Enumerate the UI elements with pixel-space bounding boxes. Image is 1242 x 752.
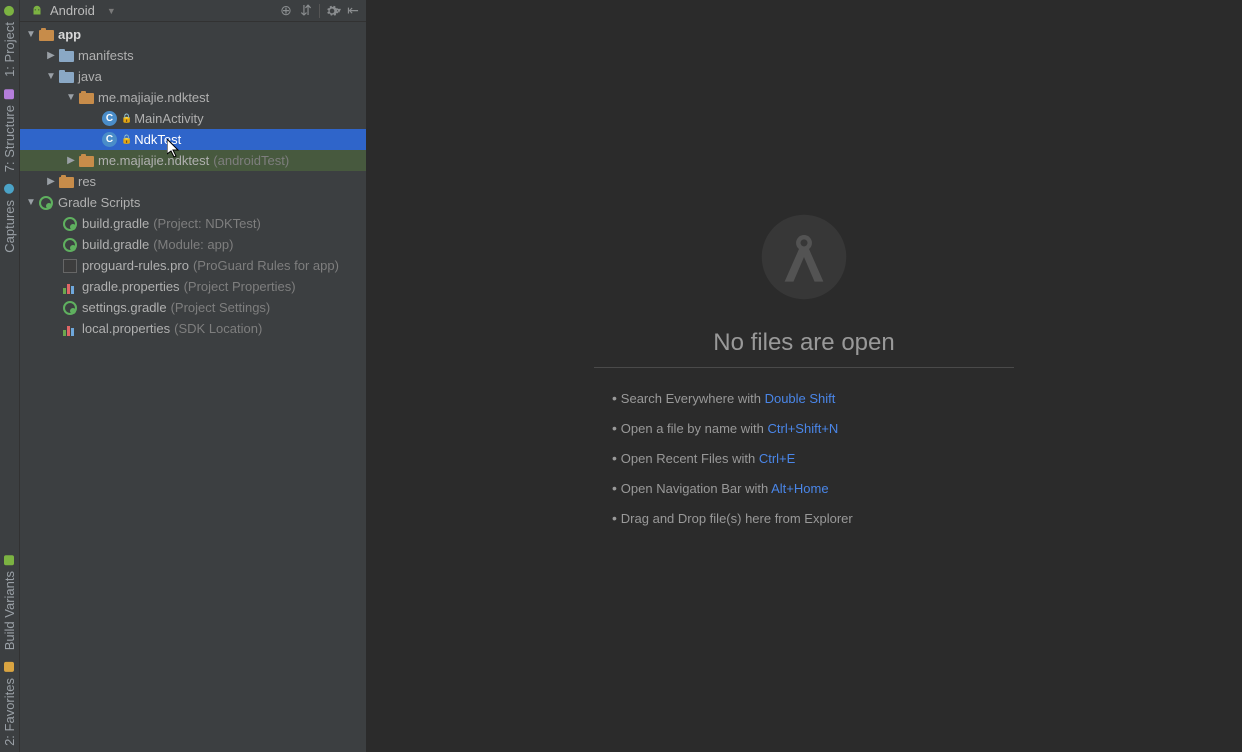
module-icon [38, 27, 54, 43]
project-tree[interactable]: ▼ app ▶ manifests ▼ java ▼ [20, 22, 366, 752]
tip-item: • Search Everywhere with Double Shift [612, 390, 853, 406]
expand-toggle[interactable]: ▼ [24, 29, 38, 40]
project-panel-header: Android ▼ ⊕ ⇵ ▾ ⇤ [20, 0, 366, 22]
expand-toggle[interactable]: ▶ [44, 50, 58, 61]
project-view-label: Android [50, 3, 95, 18]
tree-label: proguard-rules.pro [82, 258, 189, 273]
tree-label: settings.gradle [82, 300, 167, 315]
tips-list: • Search Everywhere with Double Shift • … [594, 390, 853, 540]
tree-label: gradle.properties [82, 279, 180, 294]
expand-toggle[interactable]: ▶ [64, 155, 78, 166]
project-panel: Android ▼ ⊕ ⇵ ▾ ⇤ ▼ app ▶ [20, 0, 366, 752]
stripe-captures[interactable]: Captures [0, 178, 19, 259]
scroll-from-source-button[interactable]: ⊕ [277, 2, 295, 20]
properties-icon [62, 321, 78, 337]
tree-node-main-activity[interactable]: C 🔒 MainActivity [20, 108, 366, 129]
tree-node-local-properties[interactable]: local.properties (SDK Location) [20, 318, 366, 339]
tree-node-build-gradle-project[interactable]: build.gradle (Project: NDKTest) [20, 213, 366, 234]
tree-label: java [78, 69, 102, 84]
gear-icon[interactable]: ▾ [324, 2, 342, 20]
stripe-build-variants[interactable]: Build Variants [0, 549, 19, 656]
tree-suffix: (Project Settings) [171, 300, 271, 315]
tree-label: NdkTest [134, 132, 181, 147]
tip-item: • Open Recent Files with Ctrl+E [612, 450, 853, 466]
tree-node-manifests[interactable]: ▶ manifests [20, 45, 366, 66]
hide-panel-button[interactable]: ⇤ [344, 2, 362, 20]
tip-item: • Open Navigation Bar with Alt+Home [612, 480, 853, 496]
tree-suffix: (Module: app) [153, 237, 233, 252]
tree-label: manifests [78, 48, 134, 63]
class-icon: C [102, 132, 117, 147]
tree-suffix: (ProGuard Rules for app) [193, 258, 339, 273]
class-icon: C [102, 111, 117, 126]
tree-label: res [78, 174, 96, 189]
lock-icon: 🔒 [121, 134, 132, 145]
file-icon [62, 258, 78, 274]
expand-toggle[interactable]: ▶ [44, 176, 58, 187]
tree-suffix: (SDK Location) [174, 321, 262, 336]
editor-empty-state: No files are open • Search Everywhere wi… [594, 213, 1014, 540]
tree-label: build.gradle [82, 216, 149, 231]
tool-window-stripe: 1: Project 7: Structure Captures Build V… [0, 0, 20, 752]
tree-label: Gradle Scripts [58, 195, 140, 210]
stripe-structure[interactable]: 7: Structure [0, 83, 19, 178]
gradle-file-icon [62, 237, 78, 253]
tree-node-build-gradle-module[interactable]: build.gradle (Module: app) [20, 234, 366, 255]
tree-suffix: (Project: NDKTest) [153, 216, 261, 231]
stripe-project[interactable]: 1: Project [0, 0, 19, 83]
package-icon [78, 90, 94, 106]
tree-label: MainActivity [134, 111, 203, 126]
tip-item: • Drag and Drop file(s) here from Explor… [612, 510, 853, 526]
expand-toggle[interactable]: ▼ [24, 197, 38, 208]
folder-icon [58, 48, 74, 64]
collapse-all-button[interactable]: ⇵ [297, 2, 315, 20]
lock-icon: 🔒 [121, 113, 132, 124]
empty-title: No files are open [594, 329, 1014, 368]
tree-node-res[interactable]: ▶ res [20, 171, 366, 192]
tree-node-pkg-test[interactable]: ▶ me.majiajie.ndktest (androidTest) [20, 150, 366, 171]
tree-node-pkg-main[interactable]: ▼ me.majiajie.ndktest [20, 87, 366, 108]
properties-icon [62, 279, 78, 295]
tree-label: local.properties [82, 321, 170, 336]
tree-node-settings-gradle[interactable]: settings.gradle (Project Settings) [20, 297, 366, 318]
tree-label: build.gradle [82, 237, 149, 252]
editor-area: No files are open • Search Everywhere wi… [366, 0, 1242, 752]
folder-icon [58, 69, 74, 85]
separator [319, 4, 320, 18]
tree-suffix: (Project Properties) [184, 279, 296, 294]
tree-node-java[interactable]: ▼ java [20, 66, 366, 87]
android-icon [30, 4, 44, 18]
tree-node-gradle-properties[interactable]: gradle.properties (Project Properties) [20, 276, 366, 297]
tip-item: • Open a file by name with Ctrl+Shift+N [612, 420, 853, 436]
project-view-selector[interactable]: Android ▼ [30, 3, 116, 18]
tree-label: me.majiajie.ndktest [98, 90, 209, 105]
tree-label: me.majiajie.ndktest [98, 153, 209, 168]
gradle-file-icon [62, 300, 78, 316]
res-folder-icon [58, 174, 74, 190]
tree-node-app[interactable]: ▼ app [20, 24, 366, 45]
gradle-file-icon [62, 216, 78, 232]
gradle-icon [38, 195, 54, 211]
stripe-favorites[interactable]: 2: Favorites [0, 656, 19, 752]
chevron-down-icon: ▼ [107, 6, 116, 16]
expand-toggle[interactable]: ▼ [44, 71, 58, 82]
tree-node-proguard[interactable]: proguard-rules.pro (ProGuard Rules for a… [20, 255, 366, 276]
tree-label: app [58, 27, 81, 42]
android-studio-logo [760, 213, 848, 301]
expand-toggle[interactable]: ▼ [64, 92, 78, 103]
tree-suffix: (androidTest) [213, 153, 289, 168]
package-icon [78, 153, 94, 169]
tree-node-gradle-scripts[interactable]: ▼ Gradle Scripts [20, 192, 366, 213]
tree-node-ndk-test[interactable]: C 🔒 NdkTest [20, 129, 366, 150]
